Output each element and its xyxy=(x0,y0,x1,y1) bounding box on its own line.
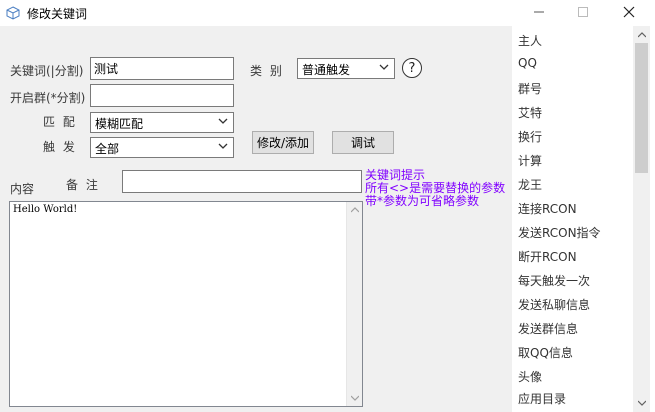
category-label: 类 别 xyxy=(250,64,284,78)
trigger-select[interactable]: 全部 xyxy=(90,137,234,158)
list-item[interactable]: 发送私聊信息 xyxy=(518,296,590,313)
content-text: Hello World! xyxy=(13,204,78,215)
category-select[interactable]: 普通触发 xyxy=(297,58,395,79)
list-item[interactable]: 发送RCON指令 xyxy=(518,224,601,241)
keyword-label: 关键词(|分割) xyxy=(10,64,84,78)
scroll-up-icon[interactable] xyxy=(633,28,650,42)
debug-button[interactable]: 调试 xyxy=(332,131,394,154)
scroll-down-icon[interactable] xyxy=(633,396,650,410)
list-item[interactable]: 龙王 xyxy=(518,176,542,193)
list-item[interactable]: 取QQ信息 xyxy=(518,344,573,361)
remark-input[interactable] xyxy=(122,170,362,193)
title-bar: 修改关键词 xyxy=(0,0,655,26)
list-item[interactable]: 主人 xyxy=(518,32,542,49)
minimize-icon xyxy=(534,6,544,20)
hint-line-3: 带*参数为可省略参数 xyxy=(365,194,480,208)
groups-label: 开启群(*分割) xyxy=(10,91,86,105)
app-cube-icon xyxy=(6,6,20,20)
list-item[interactable]: 连接RCON xyxy=(518,200,577,217)
list-scrollbar[interactable] xyxy=(633,26,650,412)
content-scrollbar[interactable] xyxy=(346,202,362,406)
modify-add-button[interactable]: 修改/添加 xyxy=(252,131,314,154)
list-item[interactable]: 换行 xyxy=(518,128,542,145)
maximize-button[interactable] xyxy=(560,0,606,26)
help-button[interactable]: ? xyxy=(402,58,422,78)
content-label: 内容 xyxy=(10,182,35,196)
match-select[interactable]: 模糊匹配 xyxy=(90,112,234,133)
list-scroll-thumb[interactable] xyxy=(635,43,648,173)
list-item[interactable]: 艾特 xyxy=(518,104,542,121)
match-select-value: 模糊匹配 xyxy=(95,117,144,131)
chevron-down-icon xyxy=(378,61,390,73)
list-item[interactable]: 应用目录 xyxy=(518,390,566,407)
list-item[interactable]: 发送群信息 xyxy=(518,320,578,337)
chevron-down-icon xyxy=(217,115,229,127)
minimize-button[interactable] xyxy=(516,0,562,26)
close-icon xyxy=(623,6,635,21)
content-textarea[interactable]: Hello World! xyxy=(9,201,363,407)
groups-input[interactable] xyxy=(90,84,234,107)
scroll-down-icon[interactable] xyxy=(347,391,363,405)
keyword-input[interactable]: 测试 xyxy=(90,57,234,80)
list-item[interactable]: QQ xyxy=(518,56,537,70)
window-title: 修改关键词 xyxy=(27,7,88,21)
list-item[interactable]: 头像 xyxy=(518,368,542,385)
match-label: 匹 配 xyxy=(43,115,77,129)
trigger-label: 触 发 xyxy=(43,140,77,154)
list-item[interactable]: 计算 xyxy=(518,152,542,169)
scroll-up-icon[interactable] xyxy=(347,203,363,217)
chevron-down-icon xyxy=(217,140,229,152)
trigger-select-value: 全部 xyxy=(95,142,120,156)
remark-label: 备 注 xyxy=(66,178,100,192)
list-item[interactable]: 群号 xyxy=(518,80,542,97)
list-item[interactable]: 每天触发一次 xyxy=(518,272,590,289)
category-select-value: 普通触发 xyxy=(302,63,351,77)
maximize-icon xyxy=(578,6,588,20)
close-button[interactable] xyxy=(606,0,652,26)
list-item[interactable]: 断开RCON xyxy=(518,248,577,265)
